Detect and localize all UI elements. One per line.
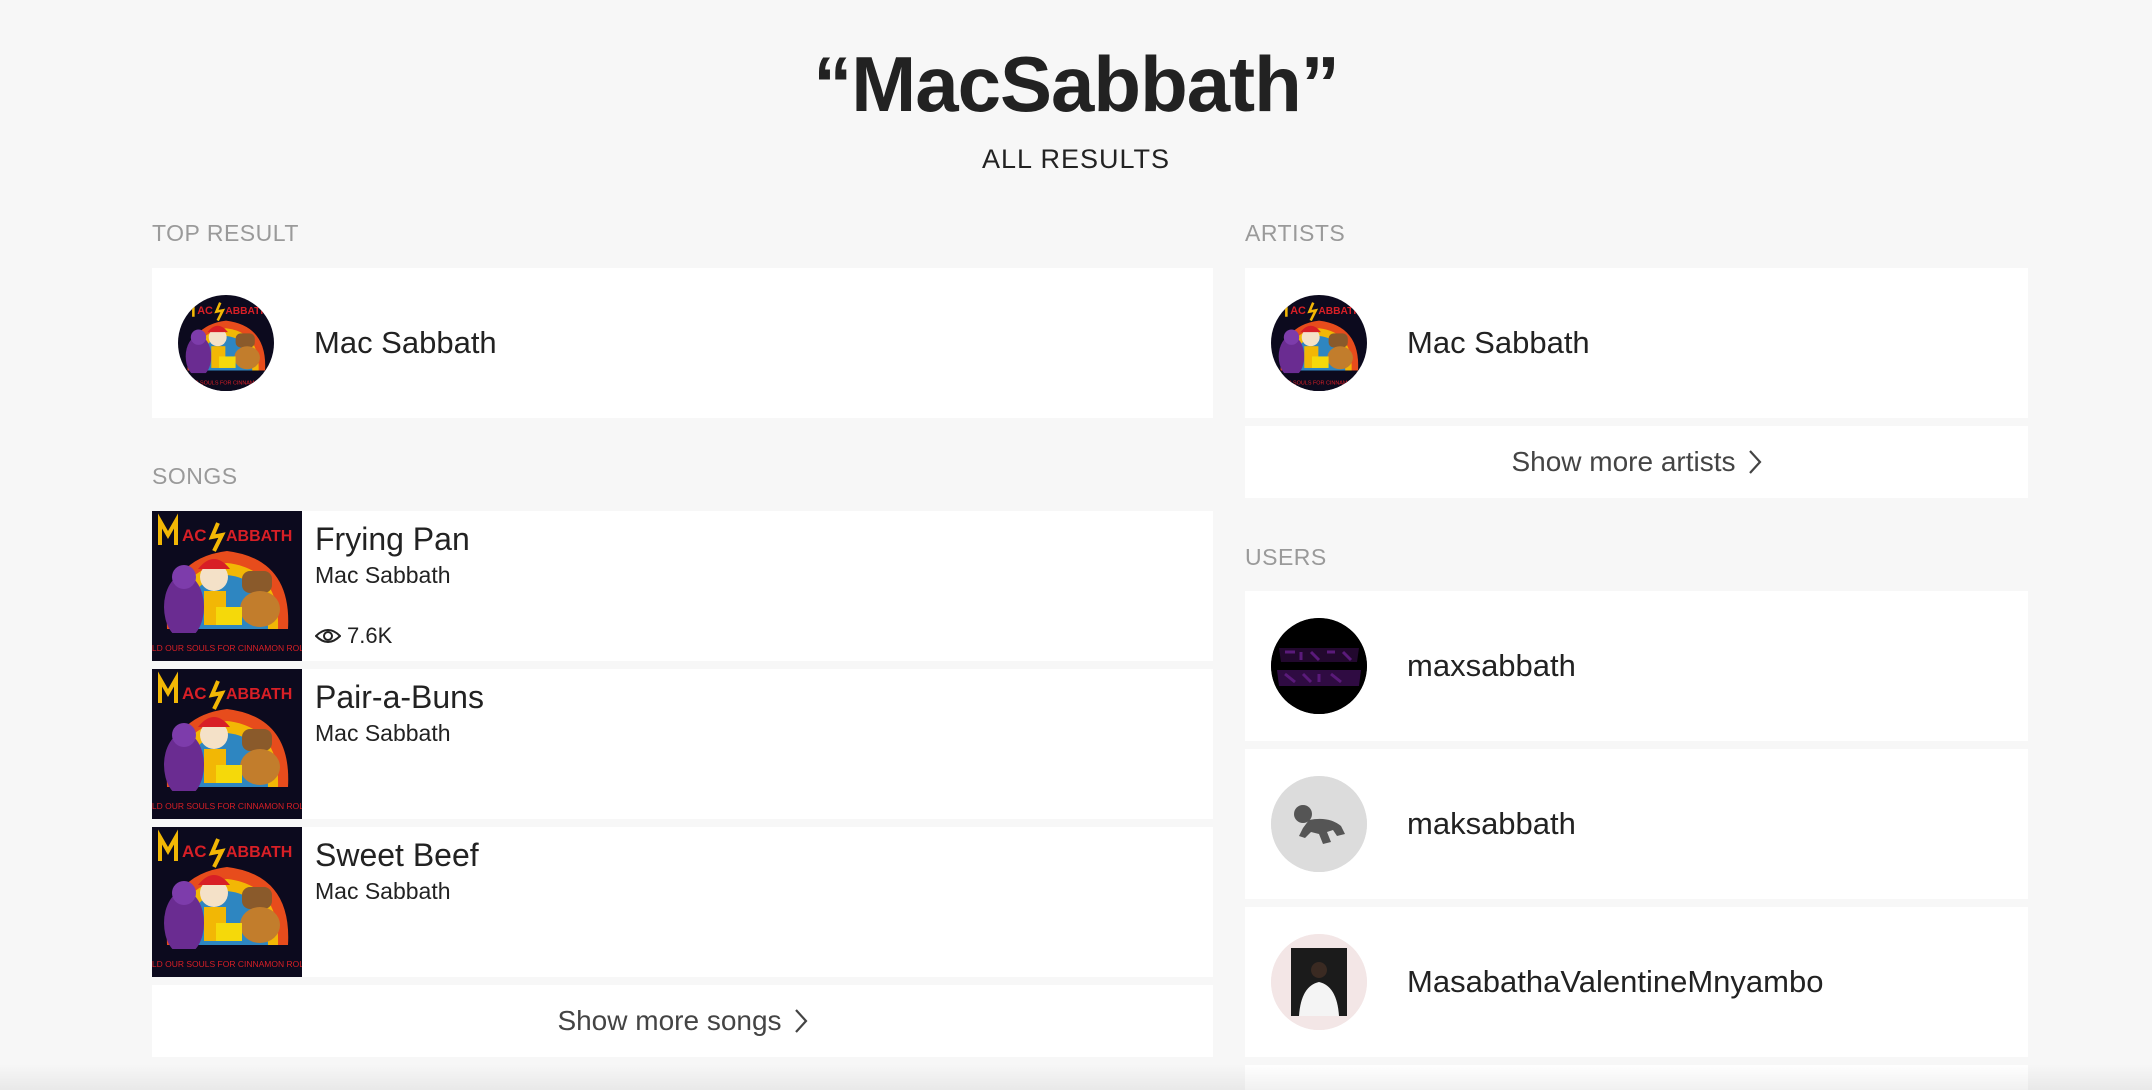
user-avatar: [1271, 618, 1367, 714]
user-row[interactable]: maxsabbath: [1245, 591, 2028, 741]
show-more-artists-label: Show more artists: [1511, 446, 1736, 477]
song-row[interactable]: Pair-a-Buns Mac Sabbath: [152, 669, 1213, 819]
views-count: 7.6K: [347, 623, 393, 648]
artist-avatar: [1271, 295, 1367, 391]
users-label: USERS: [1245, 544, 1327, 570]
eye-icon: [315, 629, 341, 643]
artist-name: Mac Sabbath: [1407, 325, 1590, 360]
artist-avatar: [178, 295, 274, 391]
song-title: Sweet Beef: [315, 837, 479, 873]
show-more-artists-button[interactable]: Show more artists: [1245, 426, 2028, 498]
song-views: 7.6K: [315, 623, 392, 649]
all-results-label[interactable]: ALL RESULTS: [0, 144, 2152, 175]
search-query-title: “MacSabbath”: [813, 40, 1339, 128]
user-name: MasabathaValentineMnyambo: [1407, 964, 1824, 999]
song-cover-image: [152, 511, 302, 661]
artist-row[interactable]: Mac Sabbath: [1245, 268, 2028, 418]
song-artist: Mac Sabbath: [315, 562, 451, 588]
song-artist: Mac Sabbath: [315, 878, 451, 904]
user-row[interactable]: MasabathaValentineMnyambo: [1245, 907, 2028, 1057]
chevron-right-icon: [794, 1009, 808, 1033]
user-name: maksabbath: [1407, 806, 1576, 841]
songs-label: SONGS: [152, 463, 238, 489]
top-result-name: Mac Sabbath: [314, 325, 497, 360]
user-row[interactable]: maksabbath: [1245, 749, 2028, 899]
baby-avatar-icon: [1271, 776, 1367, 872]
user-name: maxsabbath: [1407, 648, 1576, 683]
song-row[interactable]: Frying Pan Mac Sabbath 7.6K: [152, 511, 1213, 661]
show-more-songs-button[interactable]: Show more songs: [152, 985, 1213, 1057]
song-title: Frying Pan: [315, 521, 470, 557]
show-more-songs-label: Show more songs: [557, 1005, 782, 1036]
user-avatar: [1271, 934, 1367, 1030]
song-title: Pair-a-Buns: [315, 679, 484, 715]
song-cover-image: [152, 827, 302, 977]
top-result-label: TOP RESULT: [152, 220, 299, 246]
artists-label: ARTISTS: [1245, 220, 1346, 246]
bottom-fade: [0, 1064, 2152, 1090]
song-row[interactable]: Sweet Beef Mac Sabbath: [152, 827, 1213, 977]
top-result-card[interactable]: Mac Sabbath: [152, 268, 1213, 418]
search-header: “MacSabbath” ALL RESULTS: [0, 38, 2152, 175]
song-artist: Mac Sabbath: [315, 720, 451, 746]
chevron-right-icon: [1748, 450, 1762, 474]
song-cover-image: [152, 669, 302, 819]
